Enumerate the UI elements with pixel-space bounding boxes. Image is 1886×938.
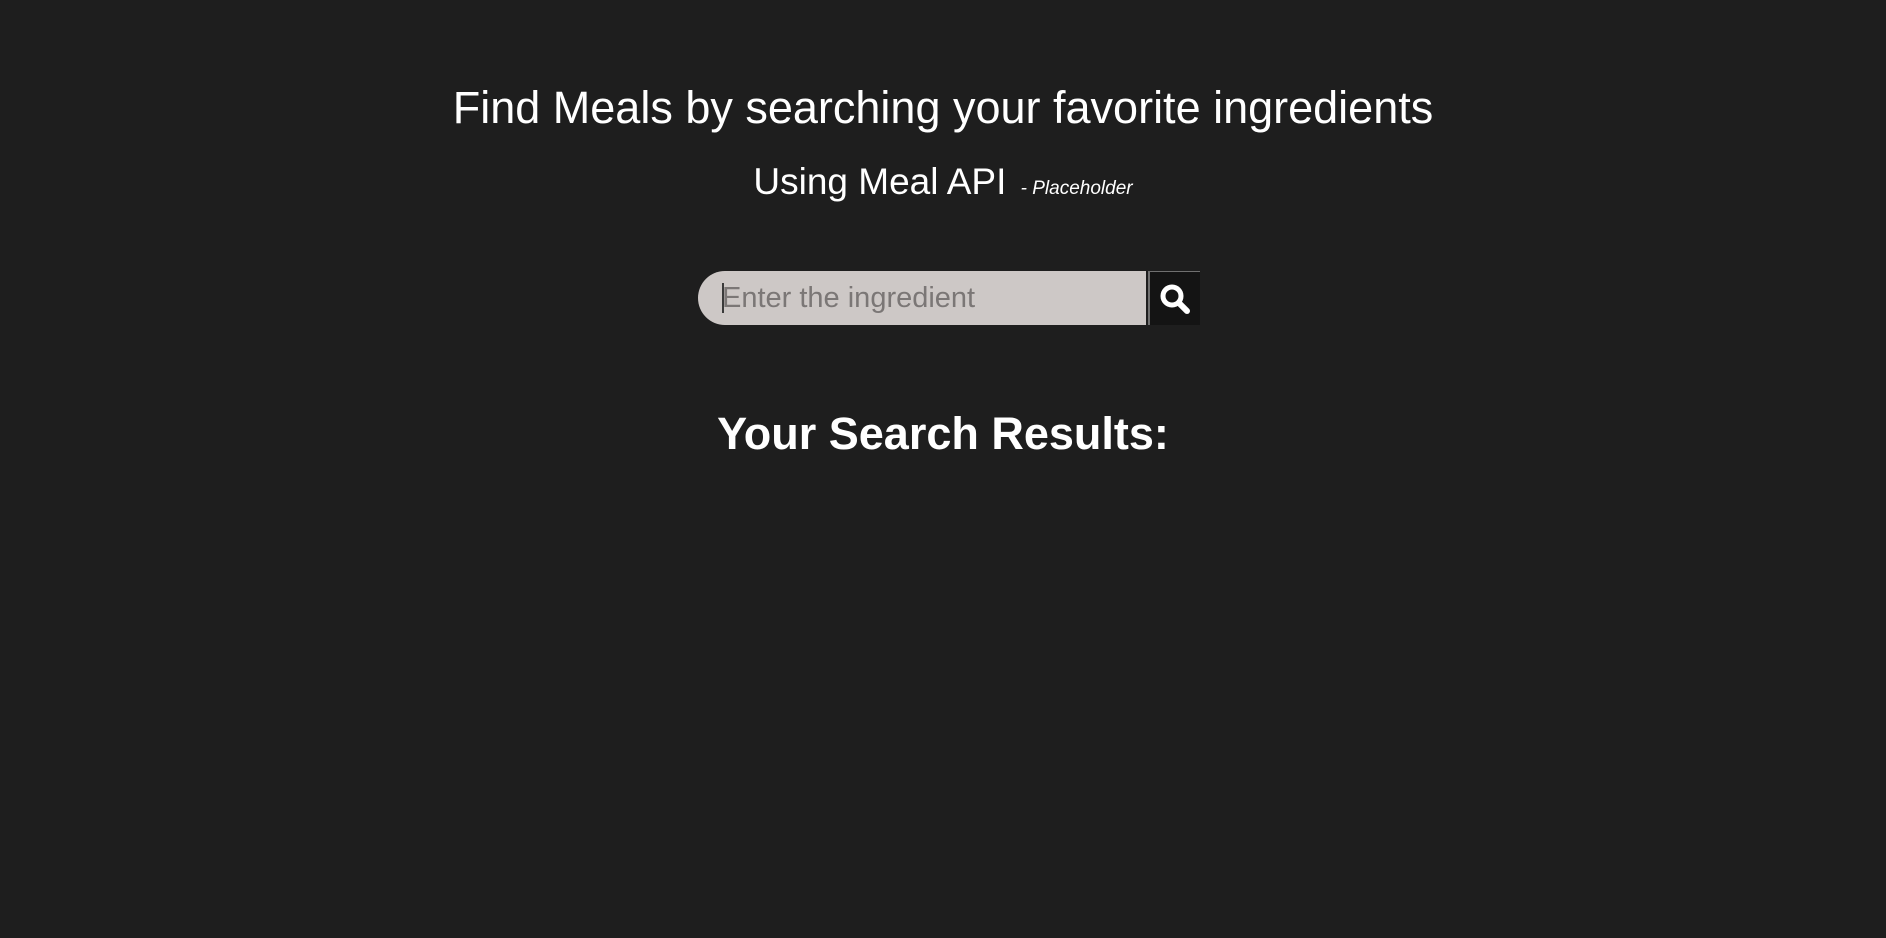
ingredient-search-input[interactable] (698, 271, 1146, 325)
search-icon (1158, 282, 1192, 316)
search-button[interactable] (1148, 271, 1200, 325)
search-results-list (0, 480, 1886, 880)
meal-finder-page: Find Meals by searching your favorite in… (0, 0, 1886, 938)
text-cursor (722, 283, 724, 313)
page-title: Find Meals by searching your favorite in… (452, 82, 1434, 133)
search-bar (698, 271, 1200, 325)
page-subtitle: Using Meal API - Placeholder (0, 158, 1886, 213)
subtitle-note: - Placeholder (1020, 178, 1133, 199)
search-results-heading: Your Search Results: (717, 408, 1169, 459)
subtitle-text: Using Meal API (753, 161, 1007, 202)
